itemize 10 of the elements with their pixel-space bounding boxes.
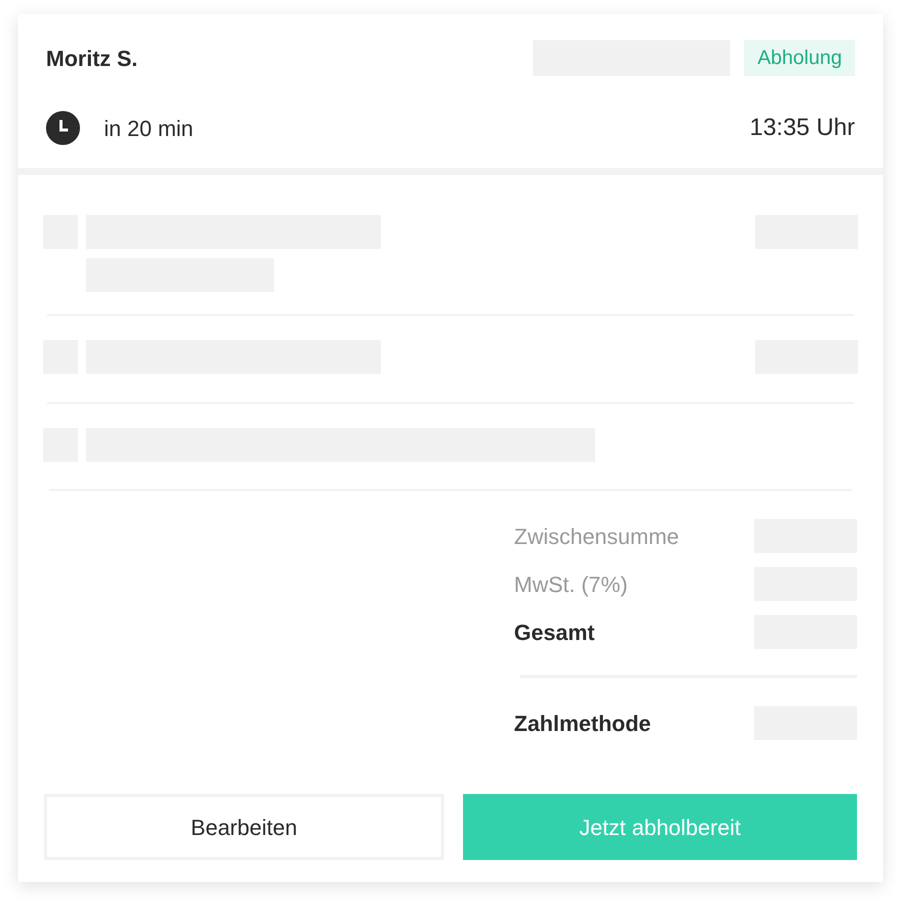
customer-name: Moritz S. (46, 44, 138, 72)
summary-label: Zwischensumme (514, 522, 680, 550)
pickup-time: 13:35 Uhr (750, 113, 855, 143)
summary-label: MwSt. (7%) (514, 570, 628, 598)
eta-text: in 20 min (104, 114, 194, 142)
payment-label: Zahlmethode (514, 710, 651, 738)
edit-button[interactable]: Bearbeiten (44, 794, 444, 860)
summary-label: Gesamt (514, 618, 595, 646)
pickup-badge: Abholung (744, 40, 855, 76)
clock-icon (46, 111, 80, 145)
